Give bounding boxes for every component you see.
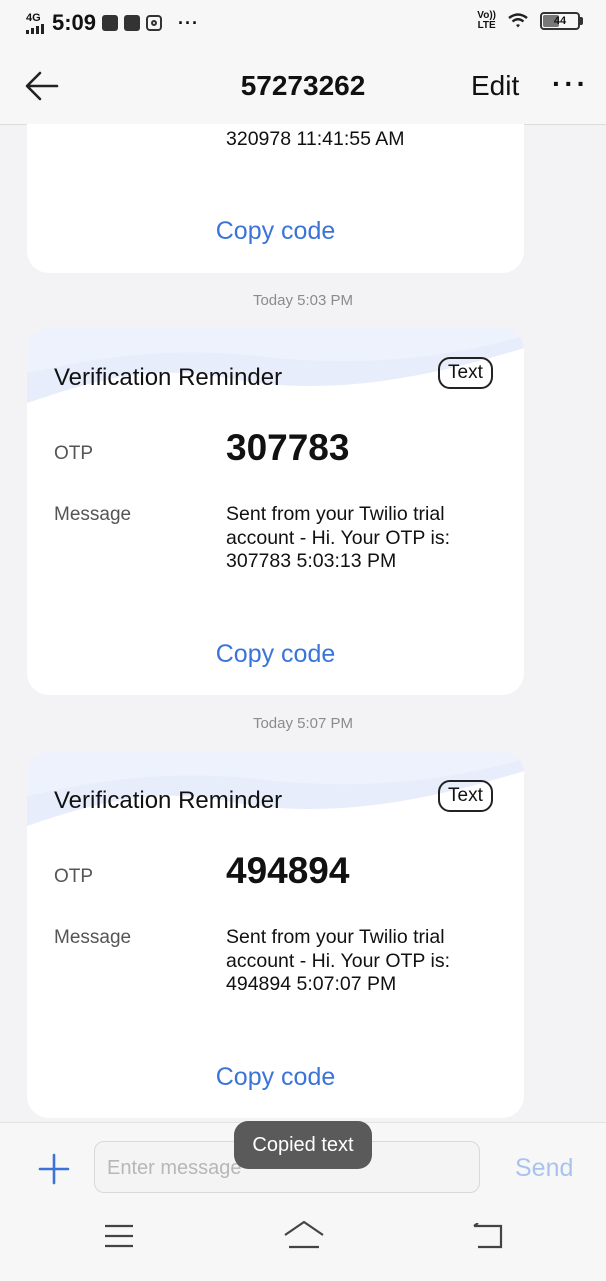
card-title: Verification Reminder (54, 787, 283, 814)
message-label: Message (54, 927, 132, 948)
copy-code-button[interactable]: Copy code (27, 1063, 524, 1092)
status-bar: 4G 5:09 ··· Vo)) LTE 44 (0, 0, 606, 48)
menu-icon[interactable] (104, 1223, 134, 1249)
message-text: Sent from your Twilio trial account - Hi… (226, 926, 450, 995)
facebook-icon (102, 15, 119, 31)
message-card: Verification Reminder Text OTP 307783 Me… (27, 328, 524, 695)
copied-toast: Copied text (234, 1121, 372, 1169)
mail-icon (124, 15, 141, 31)
card-title: Verification Reminder (54, 364, 283, 391)
edit-button[interactable]: Edit (471, 70, 519, 102)
otp-label: OTP (54, 443, 94, 464)
more-options-icon[interactable]: ··· (552, 68, 589, 100)
otp-value: 307783 (226, 427, 350, 468)
message-text: 320978 11:41:55 AM (226, 128, 405, 150)
text-badge: Text (438, 780, 493, 812)
more-notifications-icon: ··· (178, 12, 200, 33)
message-card: Verification Reminder Text OTP 494894 Me… (27, 751, 524, 1118)
otp-label: OTP (54, 866, 94, 887)
wifi-icon (508, 13, 528, 28)
home-icon[interactable] (283, 1219, 325, 1251)
text-badge: Text (438, 357, 493, 389)
conversation-header: 57273262 Edit ··· (0, 48, 606, 125)
message-timestamp: Today 5:07 PM (252, 715, 354, 732)
message-text: Sent from your Twilio trial account - Hi… (226, 503, 450, 572)
network-type: 4G (26, 11, 41, 24)
battery-icon: 44 (540, 12, 583, 30)
plus-icon[interactable] (38, 1153, 70, 1185)
copy-code-button[interactable]: Copy code (27, 217, 524, 246)
message-label: Message (54, 504, 132, 525)
otp-value: 494894 (226, 850, 350, 891)
signal-icon: 4G (26, 11, 44, 34)
message-card: 320978 11:41:55 AM Copy code (27, 124, 524, 273)
volte-indicator: Vo)) LTE (477, 10, 496, 31)
send-button[interactable]: Send (515, 1154, 573, 1183)
copy-code-button[interactable]: Copy code (27, 640, 524, 669)
back-nav-icon[interactable] (472, 1223, 504, 1251)
instagram-icon (146, 15, 163, 31)
clock: 5:09 (52, 10, 97, 35)
message-timestamp: Today 5:03 PM (252, 292, 354, 309)
